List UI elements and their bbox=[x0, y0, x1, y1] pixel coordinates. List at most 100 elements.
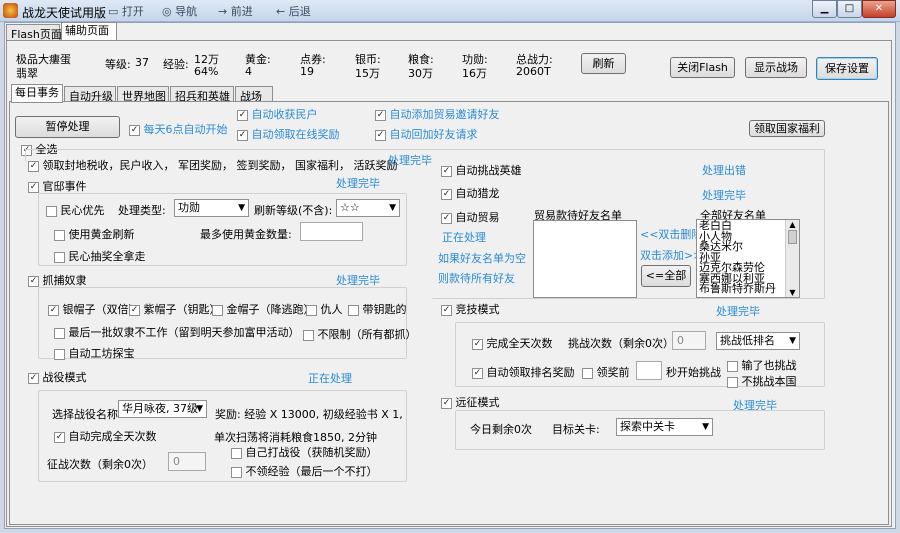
maximize-icon: □ bbox=[844, 3, 855, 14]
trade-invite-checkbox[interactable]: ✓ 自动添加贸易邀请好友 bbox=[375, 106, 500, 122]
workshop-checkbox[interactable]: 自动工坊探宝 bbox=[54, 345, 135, 361]
challenge-count-input[interactable]: 0 bbox=[672, 331, 706, 350]
refresh-level-select[interactable]: ☆☆ ▼ bbox=[336, 199, 400, 217]
merit-value: 16万 bbox=[462, 67, 487, 80]
close-icon: ✕ bbox=[874, 3, 884, 14]
use-gold-checkbox[interactable]: 使用黄金刷新 bbox=[54, 226, 135, 242]
check-icon: ✓ bbox=[375, 129, 386, 141]
self-fight-checkbox[interactable]: 自己打战役（获随机奖励） bbox=[231, 444, 378, 460]
max-gold-label: 最多使用黄金数量: bbox=[200, 228, 292, 241]
exp-percent: 64% bbox=[194, 65, 219, 78]
scroll-down-icon[interactable]: ▼ bbox=[786, 288, 799, 297]
add-all-button[interactable]: <=全部 bbox=[641, 265, 691, 287]
collect-taxes-checkbox[interactable]: ✓ 领取封地税收，民户收入， 军团奖励， 签到奖励， 国家福利， 活跃奖励 bbox=[28, 157, 397, 173]
campaign-select[interactable]: 华月咏夜, 37级 ▼ bbox=[118, 400, 207, 418]
reply-friend-checkbox[interactable]: ✓ 自动回加好友请求 bbox=[375, 126, 478, 142]
save-settings-button[interactable]: 保存设置 bbox=[816, 57, 878, 80]
list-item[interactable]: 布鲁斯特乔斯丹 bbox=[699, 283, 797, 295]
forward-toolbar-button[interactable]: → 前进 bbox=[218, 3, 253, 19]
campaign-count-input[interactable]: 0 bbox=[168, 452, 206, 471]
check-icon: ✓ bbox=[129, 304, 140, 316]
full-reward-checkbox[interactable]: 民心抽奖全拿走 bbox=[54, 248, 146, 264]
tab-helper-page[interactable]: 辅助页面 bbox=[61, 22, 117, 41]
friends-scrollbar[interactable]: ▲ ▼ bbox=[785, 220, 799, 297]
last-batch-checkbox[interactable]: 最后一批奴隶不工作（留到明天参加富甲活动） bbox=[54, 324, 300, 340]
player-rank: 翡翠 bbox=[16, 67, 38, 80]
daily-6am-checkbox[interactable]: ✓ 每天6点自动开始 bbox=[129, 121, 228, 137]
hunt-dragon-checkbox[interactable]: ✓ 自动猎龙 bbox=[441, 185, 500, 201]
trade-friend-list[interactable] bbox=[533, 220, 637, 298]
process-type-select[interactable]: 功勋 ▼ bbox=[174, 199, 249, 217]
no-exp-checkbox[interactable]: 不领经验（最后一个不打） bbox=[231, 463, 378, 479]
mansion-checkbox[interactable]: ✓ 官邸事件 bbox=[28, 178, 87, 194]
collect-status: 处理完毕 bbox=[388, 154, 432, 167]
campaign-status: 正在处理 bbox=[308, 372, 352, 385]
arena-checkbox[interactable]: ✓ 竞技模式 bbox=[441, 301, 500, 317]
empty-list-note2: 则款待所有好友 bbox=[438, 272, 515, 285]
scroll-up-icon[interactable]: ▲ bbox=[786, 220, 799, 229]
coupon-value: 19 bbox=[300, 65, 314, 78]
max-gold-input[interactable] bbox=[300, 222, 363, 241]
before-reward-checkbox[interactable]: 领奖前 bbox=[582, 364, 630, 380]
scroll-thumb[interactable] bbox=[788, 230, 797, 244]
no-country-checkbox[interactable]: 不挑战本国 bbox=[727, 373, 797, 389]
check-icon: ✓ bbox=[472, 338, 483, 350]
check-icon: ✓ bbox=[472, 367, 483, 379]
remaining-label: 今日剩余0次 bbox=[470, 423, 532, 436]
pause-button[interactable]: 暂停处理 bbox=[15, 116, 120, 138]
campaign-checkbox[interactable]: ✓ 战役模式 bbox=[28, 369, 87, 385]
campaign-reward: 奖励: 经验 X 13000, 初级经验书 X 1, bbox=[215, 408, 403, 421]
rank-select[interactable]: 挑战低排名 ▼ bbox=[716, 332, 800, 350]
with-key-checkbox[interactable]: 带钥匙的 bbox=[348, 301, 407, 317]
refresh-button[interactable]: 刷新 bbox=[581, 53, 626, 74]
nav-toolbar-button[interactable]: ◎ 导航 bbox=[162, 3, 197, 19]
lose-ok-checkbox[interactable]: 输了也挑战 bbox=[727, 357, 797, 373]
auto-complete-checkbox[interactable]: ✓ 自动完成全天次数 bbox=[54, 428, 157, 444]
before-seconds-input[interactable] bbox=[636, 361, 662, 380]
expedition-checkbox[interactable]: ✓ 远征模式 bbox=[441, 394, 500, 410]
online-reward-checkbox[interactable]: ✓ 自动领取在线奖励 bbox=[237, 126, 340, 142]
double-click-add-hint: 双击添加>> bbox=[640, 249, 703, 262]
check-icon: ✓ bbox=[441, 188, 452, 200]
check-icon: ✓ bbox=[441, 397, 452, 409]
level-value: 37 bbox=[135, 56, 149, 69]
silver-hat-checkbox[interactable]: ✓ 银帽子（双倍） bbox=[48, 301, 140, 317]
auto-harvest-checkbox[interactable]: ✓ 自动收获民户 bbox=[237, 106, 318, 122]
challenge-hero-checkbox[interactable]: ✓ 自动挑战英雄 bbox=[441, 162, 522, 178]
level-label: 等级: bbox=[105, 58, 131, 71]
check-icon: ✓ bbox=[441, 304, 452, 316]
trade-status: 正在处理 bbox=[442, 231, 486, 244]
back-toolbar-button[interactable]: ← 后退 bbox=[276, 3, 311, 19]
tab-daily-tasks[interactable]: 每日事务 bbox=[11, 84, 63, 103]
close-flash-button[interactable]: 关闭Flash bbox=[670, 57, 735, 78]
full-day-checkbox[interactable]: ✓ 完成全天次数 bbox=[472, 335, 553, 351]
open-toolbar-button[interactable]: ▭ 打开 bbox=[108, 3, 144, 19]
silver-value: 15万 bbox=[355, 67, 380, 80]
capture-slave-checkbox[interactable]: ✓ 抓捕奴隶 bbox=[28, 272, 87, 288]
start-challenge-label: 秒开始挑战 bbox=[666, 366, 721, 379]
check-icon: ✓ bbox=[441, 212, 452, 224]
arrow-right-icon: → bbox=[218, 5, 228, 18]
process-type-label: 处理类型: bbox=[118, 204, 166, 217]
double-click-delete-hint: <<双击删除 bbox=[640, 228, 703, 241]
chevron-down-icon: ▼ bbox=[702, 422, 709, 432]
check-icon: ✓ bbox=[441, 165, 452, 177]
rank-reward-checkbox[interactable]: ✓ 自动领取排名奖励 bbox=[472, 364, 575, 380]
campaign-select-label: 选择战役名称 bbox=[52, 408, 118, 421]
national-welfare-button[interactable]: 领取国家福利 bbox=[749, 120, 825, 137]
gold-hat-checkbox[interactable]: 金帽子（降逃跑） bbox=[212, 301, 315, 317]
auto-trade-checkbox[interactable]: ✓ 自动贸易 bbox=[441, 209, 500, 225]
minimize-button[interactable]: ▁ bbox=[812, 0, 837, 18]
compass-icon: ◎ bbox=[162, 5, 172, 18]
food-value: 30万 bbox=[408, 67, 433, 80]
target-stage-select[interactable]: 探索中关卡 ▼ bbox=[616, 418, 713, 436]
close-button[interactable]: ✕ bbox=[862, 0, 896, 18]
purple-hat-checkbox[interactable]: ✓ 紫帽子（钥匙） bbox=[129, 301, 221, 317]
enemy-checkbox[interactable]: 仇人 bbox=[306, 301, 343, 317]
people-first-checkbox[interactable]: 民心优先 bbox=[46, 202, 105, 218]
no-limit-checkbox[interactable]: 不限制（所有都抓） bbox=[303, 326, 417, 342]
power-value: 2060T bbox=[516, 65, 551, 78]
maximize-button[interactable]: □ bbox=[837, 0, 862, 18]
tab-flash-page[interactable]: Flash页面 bbox=[6, 24, 62, 41]
show-battle-button[interactable]: 显示战场 bbox=[745, 57, 807, 78]
